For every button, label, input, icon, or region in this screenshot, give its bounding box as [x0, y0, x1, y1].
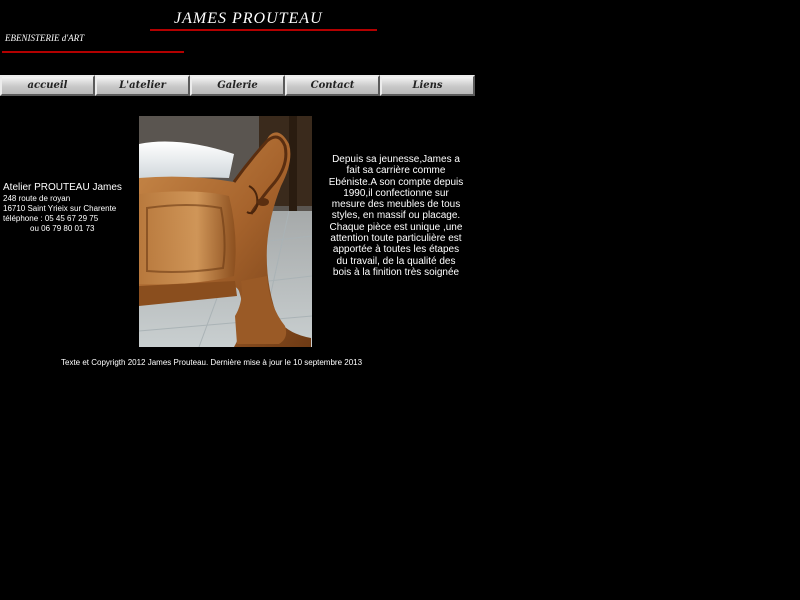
nav-atelier-button[interactable]: L'atelier: [95, 75, 190, 96]
footer-copyright: Texte et Copyrigth 2012 James Prouteau. …: [61, 358, 363, 367]
address-line-2: 16710 Saint Yrieix sur Charente: [3, 204, 117, 213]
title-underline: [150, 29, 377, 31]
nav-galerie-button[interactable]: Galerie: [190, 75, 285, 96]
contact-info: Atelier PROUTEAU James 248 route de roya…: [3, 182, 122, 234]
workshop-name: Atelier PROUTEAU James: [3, 182, 122, 193]
site-title: JAMES PROUTEAU: [174, 10, 323, 27]
phone-number: téléphone : 05 45 67 29 75: [3, 214, 99, 223]
main-navigation: accueil L'atelier Galerie Contact Liens: [0, 75, 476, 96]
intro-paragraph: Depuis sa jeunesse,James a fait sa carri…: [328, 154, 464, 278]
address-line-1: 248 route de royan: [3, 194, 71, 203]
nav-accueil-button[interactable]: accueil: [0, 75, 95, 96]
nav-contact-button[interactable]: Contact: [285, 75, 380, 96]
mobile-number: ou 06 79 80 01 73: [30, 224, 95, 233]
nav-liens-button[interactable]: Liens: [380, 75, 475, 96]
site-subtitle: EBENISTERIE d'ART: [5, 33, 85, 43]
carved-wood-furniture-photo: [139, 116, 312, 347]
subtitle-underline: [2, 51, 184, 53]
